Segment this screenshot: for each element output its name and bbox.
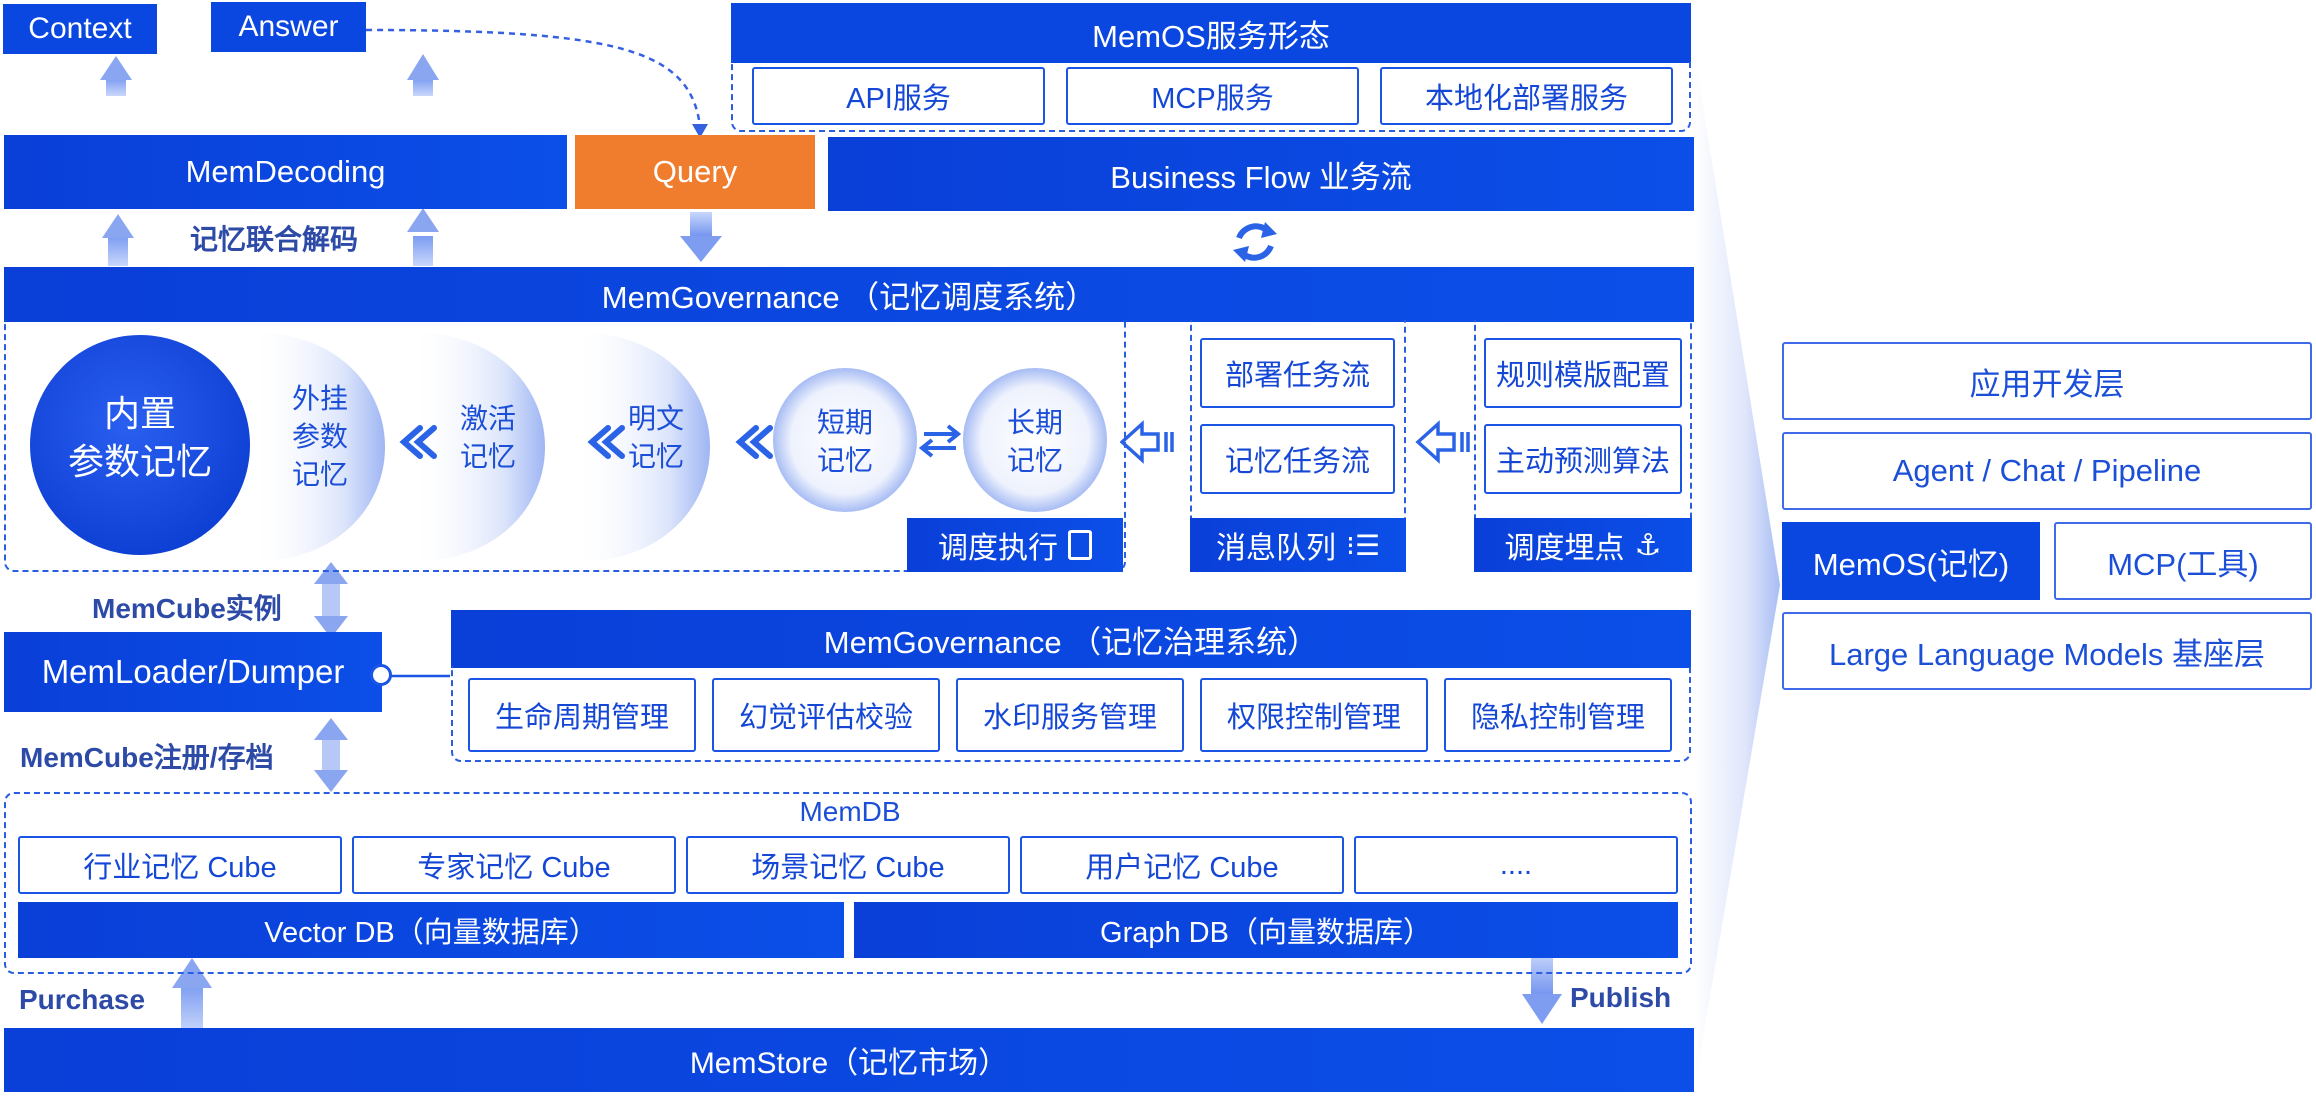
agent-chat-pipeline: Agent / Chat / Pipeline — [1782, 432, 2312, 510]
expert-cube: 专家记忆 Cube — [352, 836, 676, 894]
memloader-box: MemLoader/Dumper — [4, 632, 382, 712]
memloader-port — [370, 664, 392, 686]
publish-label: Publish — [1570, 982, 1672, 1013]
checklist-icon — [1068, 530, 1092, 560]
activation-memory-label: 激活 记忆 — [459, 403, 516, 472]
purchase-label: Purchase — [19, 984, 146, 1015]
vector-db: Vector DB（向量数据库） — [18, 902, 844, 958]
mcp-tools: MCP(工具) — [2054, 522, 2312, 600]
user-cube: 用户记忆 Cube — [1020, 836, 1344, 894]
watermark-mgmt: 水印服务管理 — [956, 678, 1184, 752]
llm-base-layer: Large Language Models 基座层 — [1782, 612, 2312, 690]
list-icon: ⁝☰ — [1345, 529, 1380, 561]
deploy-task-flow: 部署任务流 — [1200, 338, 1395, 408]
active-prediction-algo: 主动预测算法 — [1484, 424, 1682, 494]
plaintext-memory-label: 明文 记忆 — [627, 403, 684, 472]
execute-badge: 调度执行 — [907, 518, 1123, 572]
rule-template-config: 规则模版配置 — [1484, 338, 1682, 408]
memos-memory: MemOS(记忆) — [1782, 522, 2040, 600]
execute-label: 调度执行 — [938, 532, 1058, 565]
short-term-memory-label: 短期 记忆 — [816, 407, 873, 476]
plugin-memory-label: 外挂 参数 记忆 — [291, 383, 348, 490]
memory-layers — [30, 332, 1107, 562]
hollow-arrow-left-1 — [1120, 420, 1160, 464]
hallucination-check: 幻觉评估校验 — [712, 678, 940, 752]
refresh-icon — [1233, 222, 1277, 262]
industry-cube: 行业记忆 Cube — [18, 836, 342, 894]
graph-db: Graph DB（向量数据库） — [854, 902, 1678, 958]
governance-title: MemGovernance （记忆治理系统） — [451, 610, 1691, 668]
memcube-register-label: MemCube注册/存档 — [20, 742, 274, 773]
memstore-box: MemStore（记忆市场） — [4, 1028, 1694, 1092]
side-funnel — [1694, 50, 1780, 1090]
scene-cube: 场景记忆 Cube — [686, 836, 1010, 894]
privacy-mgmt: 隐私控制管理 — [1444, 678, 1672, 752]
hollow-arrow-left-2 — [1415, 420, 1456, 464]
local-deploy-service: 本地化部署服务 — [1380, 67, 1673, 125]
app-dev-layer: 应用开发层 — [1782, 342, 2312, 420]
hooks-label: 调度埋点 — [1504, 532, 1625, 565]
anchor-icon: ⚓ — [1634, 528, 1662, 562]
memdb-title: MemDB — [799, 796, 901, 827]
hooks-badge: 调度埋点 ⚓ — [1474, 518, 1692, 572]
more-cube: .... — [1354, 836, 1678, 894]
memcube-instance-label: MemCube实例 — [92, 593, 282, 624]
queue-label: 消息队列 — [1215, 532, 1336, 565]
builtin-memory-label: 内置 参数记忆 — [67, 393, 212, 482]
lifecycle-mgmt: 生命周期管理 — [468, 678, 696, 752]
memory-task-flow: 记忆任务流 — [1200, 424, 1395, 494]
long-term-memory-label: 长期 记忆 — [1006, 407, 1063, 476]
swap-icon — [918, 424, 962, 458]
memcube-register-arrow — [314, 718, 348, 792]
permission-mgmt: 权限控制管理 — [1200, 678, 1428, 752]
queue-badge: 消息队列 ⁝☰ — [1190, 518, 1406, 572]
